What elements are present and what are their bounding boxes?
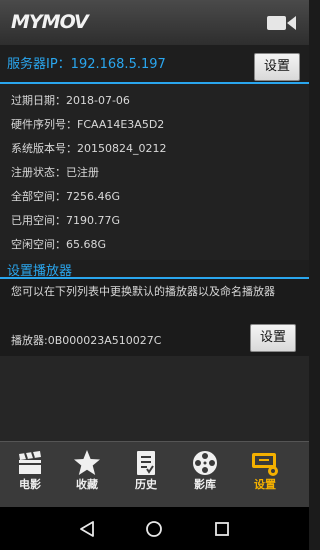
film-reel-icon (193, 451, 217, 475)
system-navigation-bar (0, 507, 309, 550)
nav-item-settings[interactable]: 设置 (235, 442, 295, 508)
nav-label-settings: 设置 (254, 478, 276, 491)
nav-label-library: 影库 (194, 478, 216, 491)
top-bar: MYMOV (0, 0, 309, 46)
nav-item-movies[interactable]: 电影 (0, 442, 60, 508)
app-logo: MYMOV (11, 11, 89, 33)
nav-item-history[interactable]: 历史 (116, 442, 176, 508)
nav-item-favorites[interactable]: 收藏 (57, 442, 117, 508)
nav-item-library[interactable]: 影库 (175, 442, 235, 508)
device-info-panel: 过期日期：2018-07-06 硬件序列号：FCAA14E3A5D2 系统版本号… (0, 84, 309, 260)
system-version: 系统版本号：20150824_0212 (11, 142, 167, 155)
star-icon (74, 450, 100, 475)
total-space: 全部空间：7256.46G (11, 190, 121, 203)
server-ip-label: 服务器IP：192.168.5.197 (7, 57, 166, 72)
bottom-nav: 电影 收藏 历史 影库 设置 (0, 441, 309, 508)
settings-device-icon (252, 453, 278, 476)
player-section-header: 设置播放器 (0, 260, 309, 279)
used-space: 已用空间：7190.77G (11, 214, 121, 227)
home-circle-icon[interactable] (145, 520, 163, 538)
back-triangle-icon[interactable] (78, 520, 96, 538)
history-document-icon (137, 451, 155, 475)
clapperboard-icon (19, 451, 41, 474)
nav-label-favorites: 收藏 (76, 478, 98, 491)
player-description: 您可以在下列列表中更换默认的播放器以及命名播放器 (11, 285, 275, 298)
player-settings-button[interactable]: 设置 (250, 324, 296, 352)
player-section-title: 设置播放器 (7, 264, 73, 279)
hardware-serial: 硬件序列号：FCAA14E3A5D2 (11, 118, 165, 131)
server-settings-button[interactable]: 设置 (254, 53, 300, 81)
free-space: 空闲空间：65.68G (11, 238, 107, 251)
nav-label-history: 历史 (135, 478, 157, 491)
nav-label-movies: 电影 (19, 478, 41, 491)
content-background (0, 356, 309, 441)
video-camera-icon[interactable] (267, 14, 297, 32)
registration-status: 注册状态：已注册 (11, 166, 99, 179)
player-name: 播放器:0B000023A510027C (11, 334, 162, 347)
expiry-date: 过期日期：2018-07-06 (11, 94, 130, 107)
recents-square-icon[interactable] (213, 520, 231, 538)
